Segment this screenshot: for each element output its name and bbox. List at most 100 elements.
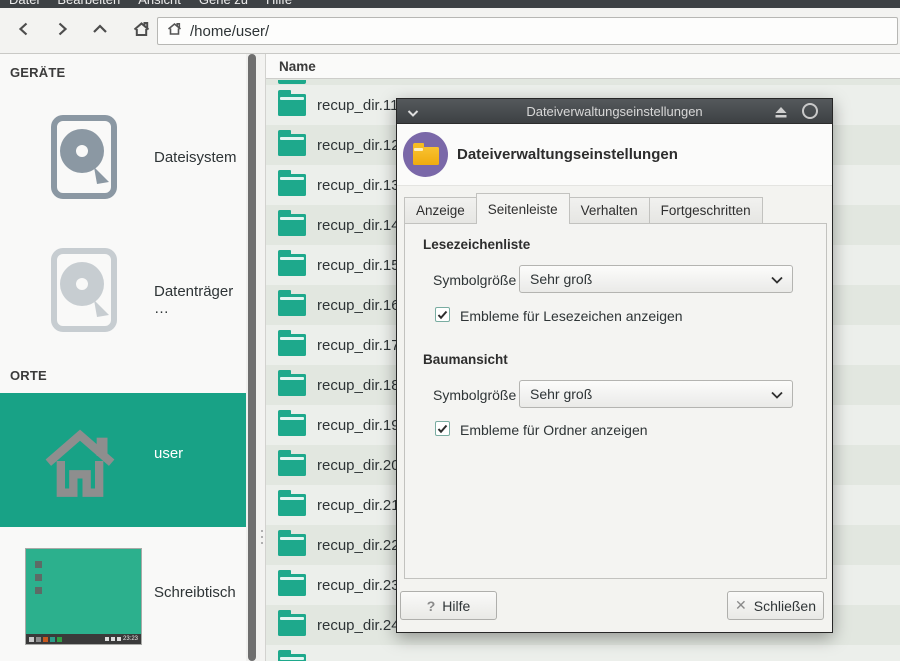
close-circle-button[interactable] — [802, 103, 818, 119]
section-heading-tree: Baumansicht — [423, 352, 508, 367]
menu-item-help[interactable]: Hilfe — [266, 0, 292, 7]
menubar: Datei Bearbeiten Ansicht Gehe zu Hilfe — [0, 0, 900, 8]
sidebar-item-home-label: user — [154, 445, 183, 462]
check-icon — [437, 424, 448, 434]
scrollbar-thumb[interactable] — [248, 54, 256, 661]
dialog-title-text: Dateiverwaltungseinstellungen — [397, 99, 832, 123]
chevron-right-icon — [53, 20, 71, 43]
file-name: recup_dir.16 — [317, 297, 400, 314]
menu-item-view[interactable]: Ansicht — [138, 0, 181, 7]
sidebar-item-volume[interactable] — [50, 248, 118, 337]
folder-icon — [278, 654, 306, 661]
splitter-grip-icon — [261, 530, 263, 544]
maximize-eject-icon[interactable] — [774, 105, 788, 123]
file-name: recup_dir.17 — [317, 337, 400, 354]
file-name: recup_dir.21 — [317, 497, 400, 514]
folder-icon — [413, 147, 439, 165]
help-button[interactable]: ? Hilfe — [400, 591, 497, 620]
file-name: recup_dir.24 — [317, 617, 400, 634]
tab-fortgeschritten[interactable]: Fortgeschritten — [649, 197, 763, 223]
folder-icon — [278, 80, 306, 84]
devices-header: GERÄTE — [10, 65, 65, 80]
forward-button[interactable] — [48, 18, 76, 44]
folder-icon — [278, 94, 306, 116]
path-home-icon — [167, 22, 182, 41]
home-icon-large — [40, 420, 120, 507]
sidebar-item-desktop[interactable]: 23:23 — [25, 548, 142, 645]
toolbar: /home/user/ — [0, 8, 900, 54]
folder-icon — [278, 454, 306, 476]
file-name: recup_dir.22 — [317, 537, 400, 554]
section-heading-bookmarks: Lesezeichenliste — [423, 237, 530, 252]
file-name: recup_dir.14 — [317, 217, 400, 234]
home-icon — [132, 20, 151, 43]
preferences-avatar — [403, 132, 448, 177]
close-button[interactable]: ✕ Schließen — [727, 591, 824, 620]
menu-item-file[interactable]: Datei — [9, 0, 39, 7]
desktop-taskbar-preview: 23:23 — [26, 634, 141, 644]
column-header-label: Name — [279, 59, 316, 74]
help-button-label: Hilfe — [442, 598, 470, 614]
harddisk-icon — [50, 186, 118, 203]
partial-row-top — [266, 79, 900, 85]
close-icon: ✕ — [735, 597, 747, 614]
folder-icon — [278, 574, 306, 596]
sidebar-item-desktop-label[interactable]: Schreibtisch — [154, 584, 236, 601]
thumbnail-clock: 23:23 — [123, 636, 138, 642]
sidebar-item-volume-label[interactable]: Datenträger … — [154, 283, 246, 317]
emblems-bookmarks-checkbox[interactable] — [435, 307, 450, 322]
file-name: recup_dir.19 — [317, 417, 400, 434]
folder-icon — [278, 294, 306, 316]
sidebar-item-filesystem[interactable] — [50, 115, 118, 204]
back-button[interactable] — [10, 18, 38, 44]
emblems-bookmarks-label[interactable]: Embleme für Lesezeichen anzeigen — [460, 308, 683, 324]
file-name: recup_dir.11 — [317, 97, 398, 114]
column-header-name[interactable]: Name — [266, 54, 900, 79]
selected-option: Sehr groß — [530, 386, 592, 402]
icon-size-select-tree[interactable]: Sehr groß — [519, 380, 793, 408]
emblems-folders-checkbox[interactable] — [435, 421, 450, 436]
sidebar-item-home-selected[interactable]: user — [0, 393, 246, 527]
folder-icon — [278, 134, 306, 156]
close-button-label: Schließen — [754, 598, 816, 614]
places-header: ORTE — [10, 368, 47, 383]
chevron-down-icon — [771, 391, 783, 399]
tab-verhalten[interactable]: Verhalten — [569, 197, 650, 223]
path-bar[interactable]: /home/user/ — [157, 17, 898, 45]
icon-size-select-bookmarks[interactable]: Sehr groß — [519, 265, 793, 293]
chevron-up-icon — [90, 20, 110, 43]
menu-item-edit[interactable]: Bearbeiten — [57, 0, 120, 7]
file-name: recup_dir.23 — [317, 577, 400, 594]
emblems-folders-label[interactable]: Embleme für Ordner anzeigen — [460, 422, 648, 438]
up-button[interactable] — [86, 18, 114, 44]
dialog-heading: Dateiverwaltungseinstellungen — [457, 146, 678, 163]
folder-icon — [278, 174, 306, 196]
folder-icon — [278, 614, 306, 636]
home-button[interactable] — [127, 18, 155, 44]
folder-icon — [278, 414, 306, 436]
file-name: recup_dir.12 — [317, 137, 400, 154]
tab-content-frame: Lesezeichenliste Symbolgröße Sehr groß E… — [404, 223, 827, 579]
chevron-down-icon — [771, 276, 783, 284]
icon-size-label: Symbolgröße — [433, 272, 516, 288]
desktop-icons-preview — [35, 561, 42, 594]
tab-seitenleiste[interactable]: Seitenleiste — [476, 193, 570, 224]
file-name: recup_dir.18 — [317, 377, 400, 394]
partial-row-bottom[interactable] — [266, 645, 900, 661]
file-name: recup_dir.13 — [317, 177, 400, 194]
check-icon — [437, 310, 448, 320]
path-text: /home/user/ — [190, 23, 269, 40]
menu-item-go[interactable]: Gehe zu — [199, 0, 248, 7]
folder-icon — [278, 254, 306, 276]
icon-size-label: Symbolgröße — [433, 387, 516, 403]
tab-anzeige[interactable]: Anzeige — [404, 197, 477, 223]
sidebar: GERÄTE Dateisystem Datenträger … ORTE — [0, 54, 246, 661]
chevron-left-icon — [15, 20, 33, 43]
sidebar-item-filesystem-label[interactable]: Dateisystem — [154, 149, 237, 166]
dialog-titlebar[interactable]: Dateiverwaltungseinstellungen — [397, 99, 832, 124]
folder-icon — [278, 534, 306, 556]
dialog-header: Dateiverwaltungseinstellungen — [397, 124, 832, 186]
preferences-dialog: Dateiverwaltungseinstellungen Dateiverwa… — [396, 98, 833, 633]
sidebar-scrollbar[interactable] — [246, 54, 260, 661]
help-icon: ? — [427, 598, 436, 614]
